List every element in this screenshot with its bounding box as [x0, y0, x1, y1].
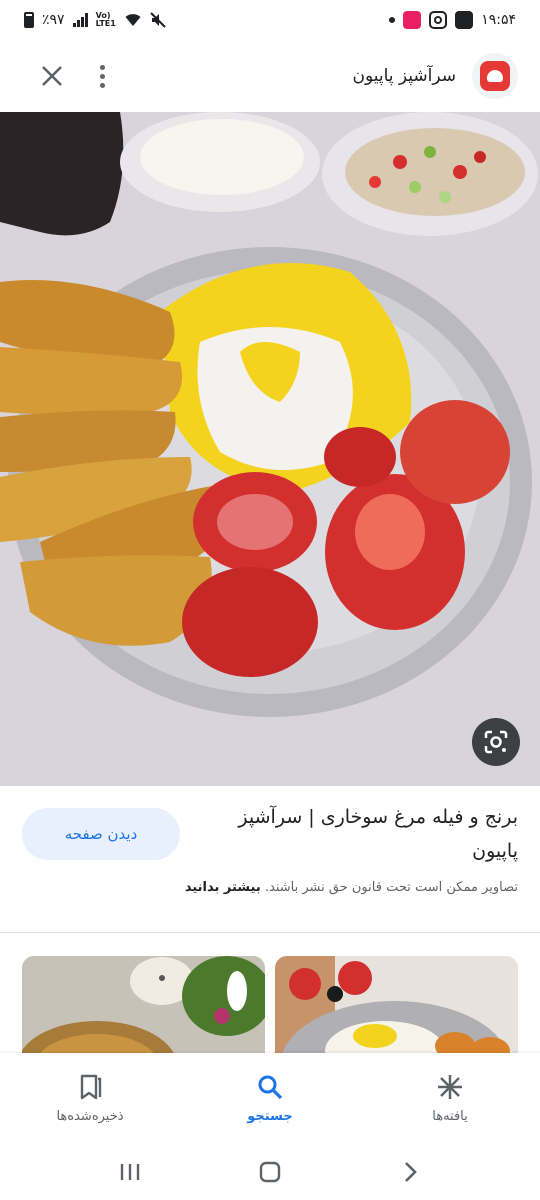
thumbnail-illustration [275, 956, 518, 1056]
recent-apps-button[interactable] [105, 1152, 155, 1192]
more-vert-icon-dot [99, 64, 105, 70]
related-images [22, 956, 518, 1056]
status-bar: ٪۹۷ Vo) LTE1 ۱۹:۵۴ [0, 0, 540, 40]
bottom-navigation: یافته‌ها جستجو ذخیره‌شده‌ها [0, 1053, 540, 1143]
google-lens-icon [484, 730, 508, 754]
copyright-text: تصاویر ممکن است تحت قانون حق نشر باشند. [264, 880, 518, 895]
nav-discover[interactable]: یافته‌ها [360, 1053, 540, 1143]
visit-page-button[interactable]: دیدن صفحه [22, 808, 180, 860]
thumbnail-illustration [22, 956, 265, 1056]
nav-saved-label: ذخیره‌شده‌ها [56, 1108, 124, 1124]
lte-label: LTE1 [95, 19, 116, 28]
close-button[interactable] [22, 46, 82, 106]
site-name: سرآشپز پاپیون [352, 66, 456, 86]
google-lens-button[interactable] [472, 718, 520, 766]
nav-search[interactable]: جستجو [180, 1053, 360, 1143]
instagram-icon [429, 11, 448, 29]
signal-icon [72, 13, 88, 27]
clock-time: ۱۹:۵۴ [481, 12, 516, 28]
home-button[interactable] [245, 1152, 295, 1192]
system-navigation-bar [0, 1143, 540, 1200]
image-info: برنج و فیله مرغ سوخاری | سرآشپز پاپیون د… [0, 800, 540, 895]
home-icon [259, 1161, 281, 1182]
food-photo-illustration [0, 112, 540, 786]
nav-discover-label: یافته‌ها [432, 1108, 468, 1124]
wifi-icon [125, 14, 141, 26]
close-icon [42, 66, 62, 86]
learn-more-link[interactable]: بیشتر بدانید [185, 880, 261, 895]
main-photo[interactable] [0, 112, 540, 786]
more-vert-icon-dot [99, 73, 105, 79]
related-image-thumbnail[interactable] [275, 956, 518, 1056]
search-icon [258, 1075, 283, 1099]
status-right-group: ۱۹:۵۴ [389, 11, 516, 29]
more-options-button[interactable] [82, 46, 122, 106]
lte-indicator: Vo) LTE1 [96, 12, 116, 28]
section-divider [0, 932, 540, 933]
nav-saved[interactable]: ذخیره‌شده‌ها [0, 1053, 180, 1143]
saved-collections-icon [80, 1074, 102, 1099]
nav-search-label: جستجو [247, 1108, 293, 1124]
shield-app-icon [403, 11, 422, 29]
discover-asterisk-icon [438, 1074, 462, 1099]
back-button[interactable] [385, 1152, 435, 1192]
more-vert-icon-dot [99, 82, 105, 88]
site-logo [472, 53, 518, 99]
notification-dot-icon [389, 17, 396, 23]
battery-percentage: ٪۹۷ [42, 12, 65, 28]
image-title[interactable]: برنج و فیله مرغ سوخاری | سرآشپز پاپیون [188, 800, 518, 868]
title-row: برنج و فیله مرغ سوخاری | سرآشپز پاپیون د… [22, 800, 518, 868]
back-chevron-icon [405, 1161, 417, 1182]
mute-icon [150, 12, 166, 28]
battery-icon [24, 12, 34, 28]
status-left-group: ٪۹۷ Vo) LTE1 [24, 12, 166, 28]
recent-apps-icon [120, 1163, 140, 1180]
related-image-thumbnail[interactable] [22, 956, 265, 1056]
gallery-icon [455, 11, 474, 29]
viewer-header: سرآشپز پاپیون [0, 44, 540, 108]
site-source[interactable]: سرآشپز پاپیون [352, 53, 518, 99]
copyright-notice: تصاویر ممکن است تحت قانون حق نشر باشند. … [22, 880, 518, 895]
image-viewer-page: ٪۹۷ Vo) LTE1 ۱۹:۵۴ سرآشپز پاپیون برنج و … [0, 0, 540, 1200]
chef-hat-icon [480, 61, 510, 91]
